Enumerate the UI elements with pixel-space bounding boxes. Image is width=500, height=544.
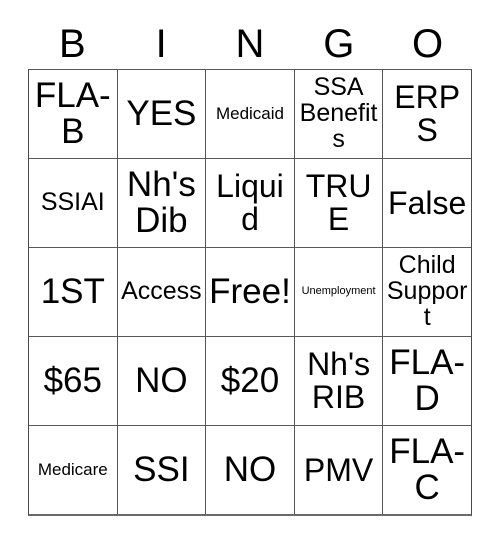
bingo-cell-label: FLA-D (389, 342, 466, 418)
bingo-cell-i3[interactable]: Access (116, 248, 206, 336)
bingo-cell-n4[interactable]: $20 (205, 337, 294, 425)
bingo-cell-b2[interactable]: SSIAI (29, 159, 117, 247)
bingo-row-2: SSIAI Nh's Dib Liquid TRUE False (29, 158, 471, 247)
bingo-cell-label: SSI (133, 449, 190, 489)
bingo-cell-label: NO (135, 360, 188, 400)
bingo-row-3: 1ST Access Free! Unemployment Child Supp… (29, 247, 471, 336)
bingo-cell-label: FLA-B (34, 75, 111, 151)
bingo-cell-o5[interactable]: FLA-C (382, 426, 471, 514)
bingo-cell-label: Medicare (37, 460, 108, 480)
bingo-cell-n2[interactable]: Liquid (205, 159, 294, 247)
bingo-cell-label: Nh's RIB (307, 346, 371, 415)
bingo-cell-free-space[interactable]: Free! (205, 248, 294, 336)
bingo-cell-label: Medicaid (215, 104, 284, 124)
bingo-cell-label: False (388, 184, 467, 221)
bingo-header-letter-n: N (235, 22, 265, 66)
bingo-cell-label: ERPS (394, 79, 461, 148)
bingo-cell-b1[interactable]: FLA-B (29, 70, 117, 158)
bingo-header-letter-i: I (155, 22, 167, 66)
bingo-cell-label: 1ST (40, 271, 105, 311)
bingo-cell-label: TRUE (305, 168, 372, 237)
bingo-header-letter-g: G (323, 22, 355, 66)
bingo-cell-label: SSIAI (40, 188, 105, 217)
bingo-cell-g2[interactable]: TRUE (293, 159, 383, 247)
bingo-cell-label: Child Support (386, 251, 468, 331)
bingo-header-letter-o: O (412, 22, 444, 66)
bingo-cell-label: Free! (209, 271, 291, 311)
bingo-cell-b3[interactable]: 1ST (29, 248, 117, 336)
bingo-row-5: Medicare SSI NO PMV FLA-C (29, 425, 471, 514)
bingo-cell-label: $65 (43, 360, 102, 400)
bingo-cell-g1[interactable]: SSA Benefits (293, 70, 383, 158)
bingo-cell-label: Nh's Dib (126, 164, 196, 240)
bingo-cell-i2[interactable]: Nh's Dib (116, 159, 206, 247)
bingo-cell-label: Access (121, 277, 202, 306)
bingo-cell-g5[interactable]: PMV (293, 426, 383, 514)
bingo-cell-label: NO (223, 449, 277, 489)
bingo-grid: FLA-B YES Medicaid SSA Benefits ERPS SSI… (28, 69, 472, 516)
bingo-header-row: B I N G O (28, 20, 472, 68)
bingo-cell-label: PMV (303, 451, 374, 488)
bingo-cell-g3[interactable]: Unemployment (293, 248, 383, 336)
bingo-cell-label: Unemployment (301, 285, 376, 298)
bingo-cell-b5[interactable]: Medicare (29, 426, 117, 514)
bingo-cell-o4[interactable]: FLA-D (382, 337, 471, 425)
bingo-header-letter-b: B (59, 22, 86, 66)
bingo-cell-label: Liquid (216, 168, 284, 237)
bingo-cell-g4[interactable]: Nh's RIB (293, 337, 383, 425)
bingo-row-1: FLA-B YES Medicaid SSA Benefits ERPS (29, 70, 471, 158)
bingo-cell-o3[interactable]: Child Support (382, 248, 471, 336)
bingo-row-4: $65 NO $20 Nh's RIB FLA-D (29, 336, 471, 425)
bingo-cell-b4[interactable]: $65 (29, 337, 117, 425)
bingo-cell-o1[interactable]: ERPS (382, 70, 471, 158)
bingo-cell-label: $20 (220, 360, 280, 400)
bingo-cell-label: FLA-C (389, 431, 466, 507)
bingo-card: B I N G O FLA-B YES Medicaid SSA Benefit… (0, 0, 500, 544)
bingo-cell-n1[interactable]: Medicaid (205, 70, 294, 158)
bingo-cell-n5[interactable]: NO (205, 426, 294, 514)
bingo-cell-i1[interactable]: YES (116, 70, 206, 158)
bingo-cell-label: SSA Benefits (299, 73, 378, 153)
bingo-cell-i4[interactable]: NO (116, 337, 206, 425)
bingo-cell-i5[interactable]: SSI (116, 426, 206, 514)
bingo-cell-label: YES (126, 93, 197, 133)
bingo-cell-o2[interactable]: False (382, 159, 471, 247)
